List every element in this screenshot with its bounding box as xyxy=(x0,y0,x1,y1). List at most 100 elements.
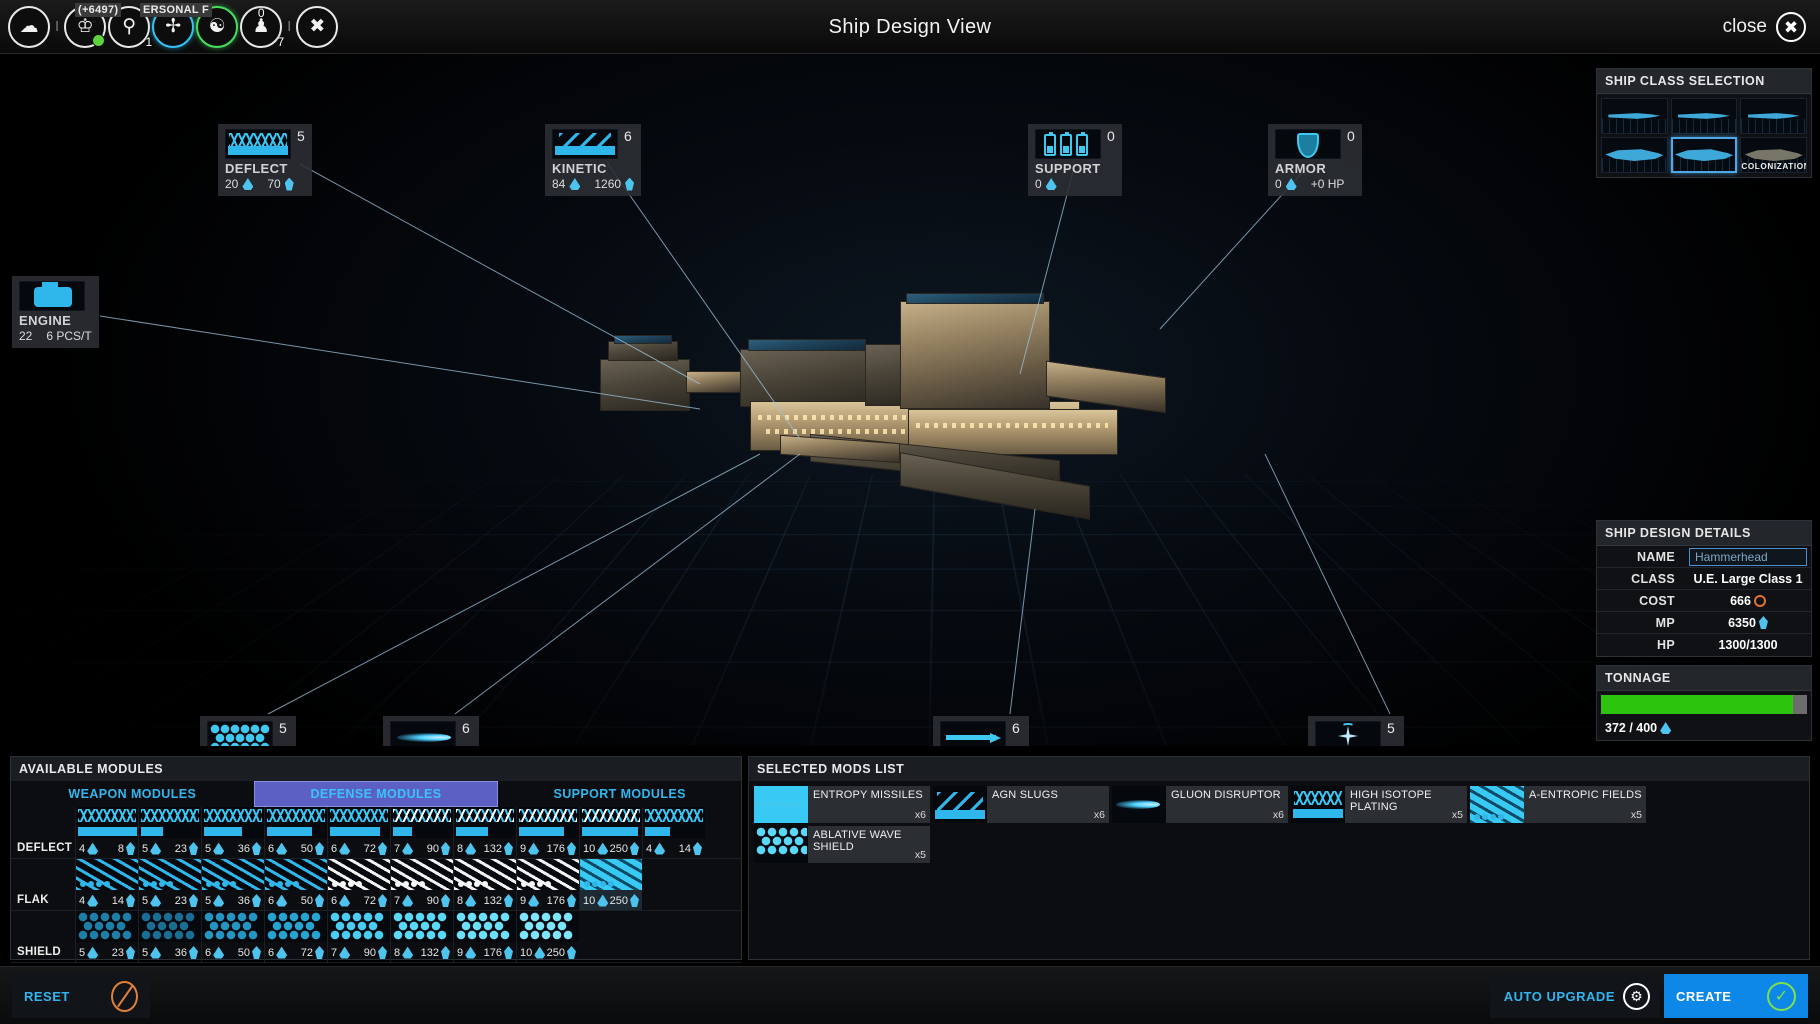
module-cell-flak-3[interactable]: 5 36 xyxy=(201,859,264,910)
auto-upgrade-button[interactable]: AUTO UPGRADE ⚙ xyxy=(1489,974,1660,1018)
callout-support-name: SUPPORT xyxy=(1035,161,1101,176)
support-battery-icon xyxy=(1035,129,1101,159)
ship-class-cell-2[interactable] xyxy=(1670,98,1738,134)
tab-defense-modules[interactable]: DEFENSE MODULES xyxy=(253,781,499,807)
callout-kinetic[interactable]: 6 KINETIC 84 1260 xyxy=(545,124,642,196)
module-cell-flak-5[interactable]: 6 72 xyxy=(327,859,390,910)
selected-mods-list: ENTROPY MISSILES x6 AGN SLUGS x6 GLUON DISRU… xyxy=(749,781,1809,868)
module-row-flak: FLAK 4 14 5 23 5 36 6 50 6 72 7 90 8 132 9 176 10 250 xyxy=(11,859,741,911)
module-cell-flak-1[interactable]: 4 14 xyxy=(75,859,138,910)
module-row-label: SHIELD xyxy=(17,946,61,958)
close-x-icon: ✖ xyxy=(1776,12,1806,42)
module-cell-deflect-5[interactable]: 6 72 xyxy=(327,807,390,858)
callout-beam[interactable]: 6 BEAM 84 1260 xyxy=(383,716,480,746)
module-cell-deflect-9[interactable]: 10 250 xyxy=(579,807,642,858)
tab-weapon-modules[interactable]: WEAPON MODULES xyxy=(11,781,254,807)
flak-art xyxy=(328,859,390,890)
module-category-tabs: WEAPON MODULES DEFENSE MODULES SUPPORT MOD… xyxy=(11,781,742,807)
separator: I xyxy=(55,18,60,35)
module-cell-shield-2[interactable]: 5 36 xyxy=(138,911,201,962)
module-cell-shield-6[interactable]: 8 132 xyxy=(390,911,453,962)
tonnage-icon xyxy=(276,894,288,907)
callout-missile[interactable]: 6 MISSILE 84 1260 xyxy=(933,716,1030,746)
deflect-art xyxy=(517,807,579,838)
selected-mod-item[interactable]: AGN SLUGS x6 xyxy=(933,786,1109,823)
selected-mod-item[interactable]: GLUON DISRUPTOR x6 xyxy=(1112,786,1288,823)
module-cell-stats: 4 14 xyxy=(643,842,705,858)
callout-missile-count: 6 xyxy=(1012,720,1020,736)
module-cell-flak-4[interactable]: 6 50 xyxy=(264,859,327,910)
close-circle-icon[interactable]: ✖ xyxy=(296,5,339,48)
ship-class-cell-3[interactable] xyxy=(1740,98,1807,134)
selected-mod-item[interactable]: ENTROPY MISSILES x6 xyxy=(754,786,930,823)
ship-class-cell-5[interactable] xyxy=(1670,137,1738,173)
ship-3d-viewport[interactable]: 5 DEFLECT 20 70 6 KINETIC 84 1260 0 SUPP… xyxy=(0,54,1820,746)
module-cell-deflect-6[interactable]: 7 90 xyxy=(390,807,453,858)
mp-icon xyxy=(693,842,702,855)
callout-support[interactable]: 0 SUPPORT 0 xyxy=(1028,124,1122,196)
module-cell-tonnage: 6 xyxy=(205,946,225,959)
module-cell-mp: 250 xyxy=(547,946,576,959)
module-cell-mp: 176 xyxy=(547,894,576,907)
module-cell-shield-7[interactable]: 9 176 xyxy=(453,911,516,962)
ship-class-cell-6[interactable]: COLONIZATION xyxy=(1740,137,1807,173)
module-cell-flak-8[interactable]: 9 176 xyxy=(516,859,579,910)
create-button[interactable]: CREATE ✓ xyxy=(1664,974,1808,1018)
module-cell-deflect-4[interactable]: 6 50 xyxy=(264,807,327,858)
module-cell-tonnage: 5 xyxy=(205,842,225,855)
module-cell-deflect-10[interactable]: 4 14 xyxy=(642,807,705,858)
module-cell-shield-1[interactable]: 5 23 xyxy=(75,911,138,962)
module-cell-deflect-3[interactable]: 5 36 xyxy=(201,807,264,858)
available-modules-title: AVAILABLE MODULES xyxy=(11,757,741,781)
tonnage-icon xyxy=(597,894,609,907)
module-cell-mp: 50 xyxy=(238,946,261,959)
selected-mod-item[interactable]: HIGH ISOTOPE PLATING x5 xyxy=(1291,786,1467,823)
module-cell-stats: 7 90 xyxy=(328,946,390,962)
callout-flak[interactable]: 5 FLAK 50 1250 xyxy=(1308,716,1405,746)
callout-deflect[interactable]: 5 DEFLECT 20 70 xyxy=(218,124,312,196)
callout-armor-tonnage: 0 xyxy=(1275,177,1282,191)
module-cell-stats: 10 250 xyxy=(580,894,642,910)
ship-model[interactable] xyxy=(600,293,1380,599)
close-label: close xyxy=(1722,16,1767,37)
population-icon[interactable]: ♟ 0 7 xyxy=(240,5,284,49)
module-cell-flak-2[interactable]: 5 23 xyxy=(138,859,201,910)
module-cell-mp: 23 xyxy=(175,894,198,907)
callout-armor[interactable]: 0 ARMOR 0 +0 HP xyxy=(1268,124,1362,196)
spiral-galaxy-icon[interactable]: ☁ xyxy=(8,5,50,48)
module-cell-flak-6[interactable]: 7 90 xyxy=(390,859,453,910)
tab-support-modules[interactable]: SUPPORT MODULES xyxy=(498,781,742,807)
close-button[interactable]: close ✖ xyxy=(1723,0,1806,54)
ship-class-cell-4[interactable] xyxy=(1601,137,1668,173)
selected-mod-name: ENTROPY MISSILES xyxy=(813,789,923,801)
module-cell-tonnage: 5 xyxy=(142,842,162,855)
reset-button[interactable]: RESET xyxy=(12,974,150,1018)
tonnage-icon xyxy=(87,946,99,959)
module-cell-tonnage: 10 xyxy=(583,842,609,855)
module-cell-deflect-8[interactable]: 9 176 xyxy=(516,807,579,858)
module-cell-flak-7[interactable]: 8 132 xyxy=(453,859,516,910)
selected-mod-item[interactable]: A-ENTROPIC FIELDS x5 xyxy=(1470,786,1646,823)
callout-shield[interactable]: 5 SHIELD 50 1250 xyxy=(200,716,297,746)
mp-icon xyxy=(441,946,450,959)
module-cell-deflect-2[interactable]: 5 23 xyxy=(138,807,201,858)
ship-class-cell-1[interactable] xyxy=(1601,98,1668,134)
module-cell-tonnage: 5 xyxy=(142,946,162,959)
module-cell-stats: 8 132 xyxy=(391,946,453,962)
module-cell-shield-4[interactable]: 6 72 xyxy=(264,911,327,962)
module-cell-stats: 48 xyxy=(76,842,138,858)
module-cell-shield-8[interactable]: 10 250 xyxy=(516,911,579,962)
module-cell-flak-9[interactable]: 10 250 xyxy=(579,859,642,910)
module-cell-deflect-1[interactable]: 48 xyxy=(75,807,138,858)
mp-icon xyxy=(1758,616,1768,629)
ship-name-input[interactable] xyxy=(1689,547,1807,566)
callout-engine[interactable]: ENGINE 22 6 PCS/T xyxy=(12,276,99,348)
module-cell-mp: 36 xyxy=(238,894,261,907)
mp-icon xyxy=(252,842,261,855)
module-cell-tonnage: 4 xyxy=(79,842,99,855)
module-cell-shield-3[interactable]: 6 50 xyxy=(201,911,264,962)
module-cell-shield-5[interactable]: 7 90 xyxy=(327,911,390,962)
microscope-badge: 1 xyxy=(145,34,153,49)
module-cell-deflect-7[interactable]: 8 132 xyxy=(453,807,516,858)
selected-mod-item[interactable]: ABLATIVE WAVE SHIELD x5 xyxy=(754,826,930,863)
